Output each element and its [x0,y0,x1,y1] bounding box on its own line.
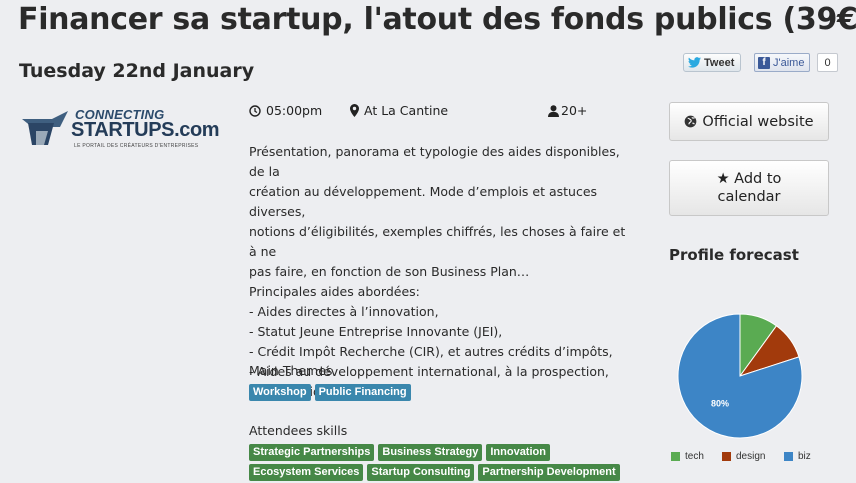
legend-swatch [784,452,793,461]
tweet-button[interactable]: Tweet [683,53,742,72]
skill-tag[interactable]: Business Strategy [378,444,483,461]
description-line: - Crédit Impôt Recherche (CIR), et autre… [249,344,613,359]
event-location-text: At La Cantine [364,103,449,118]
pie-label-biz: 80% [711,399,729,409]
event-time: 05:00pm [249,103,322,118]
skills-tags-row-1: Strategic Partnerships Business Strategy… [249,444,550,461]
logo-tagline: LE PORTAIL DES CRÉATEURS D'ENTREPRISES [74,143,199,149]
event-attendees: 20+ [548,103,587,118]
add-calendar-label-line-1: ★ Add to [716,171,782,187]
tweet-label: Tweet [704,56,735,69]
attendees-skills-label: Attendees skills [249,423,348,438]
legend-label: tech [685,451,704,462]
legend-swatch [671,452,680,461]
legend-item-tech: tech [671,451,704,462]
logo-line-2: STARTUPS.com [71,119,220,141]
event-title: Financer sa startup, l'atout des fonds p… [18,2,856,37]
event-time-text: 05:00pm [266,103,323,118]
add-to-calendar-button[interactable]: ★ Add to calendar [669,160,829,216]
description-line: - Aides directes à l’innovation, [249,304,439,319]
profile-pie-chart: 80% [677,313,803,439]
skill-tag[interactable]: Ecosystem Services [249,464,364,481]
legend-swatch [722,452,731,461]
user-icon [548,104,559,117]
event-date: Tuesday 22nd January [19,60,255,82]
like-label: J'aime [773,56,805,69]
description-line: Présentation, panorama et typologie des … [249,144,620,179]
skill-tag[interactable]: Strategic Partnerships [249,444,375,461]
globe-icon [685,115,697,128]
legend-label: biz [798,451,811,462]
description-line: pas faire, en fonction de son Business P… [249,264,530,279]
skill-tag[interactable]: Partnership Development [478,464,620,481]
description-line: Principales aides abordées: [249,284,420,299]
skill-tag[interactable]: Innovation [486,444,550,461]
like-count: 0 [817,53,838,72]
facebook-icon: f [758,56,770,69]
legend-item-biz: biz [784,451,811,462]
startup-logo-icon [22,111,68,145]
description-line: - Statut Jeune Entreprise Innovante (JEI… [249,324,503,339]
main-themes-label: Main Themes [249,363,333,378]
description-line: notions d’éligibilités, exemples chiffré… [249,224,626,259]
theme-tag[interactable]: Workshop [249,384,311,401]
description-line: création au développement. Mode d’emploi… [249,184,598,219]
theme-tag[interactable]: Public Financing [314,384,411,401]
clock-icon [249,104,261,117]
facebook-like-button[interactable]: f J'aime [754,53,811,72]
skills-tags-row-2: Ecosystem Services Startup Consulting Pa… [249,464,620,481]
event-attendees-text: 20+ [561,103,588,118]
legend-item-design: design [722,451,765,462]
official-website-button[interactable]: Official website [669,102,829,141]
main-themes-tags: Workshop Public Financing [249,384,411,401]
skill-tag[interactable]: Startup Consulting [367,464,475,481]
event-location: At La Cantine [350,103,448,118]
official-website-label: Official website [702,113,814,130]
add-calendar-label-line-2: calendar [717,189,781,205]
map-marker-icon [350,104,359,117]
legend-label: design [736,451,766,462]
profile-forecast-title: Profile forecast [669,246,799,264]
organizer-logo[interactable]: CONNECTING STARTUPS.com LE PORTAIL DES C… [18,105,220,155]
twitter-bird-icon [688,57,701,68]
